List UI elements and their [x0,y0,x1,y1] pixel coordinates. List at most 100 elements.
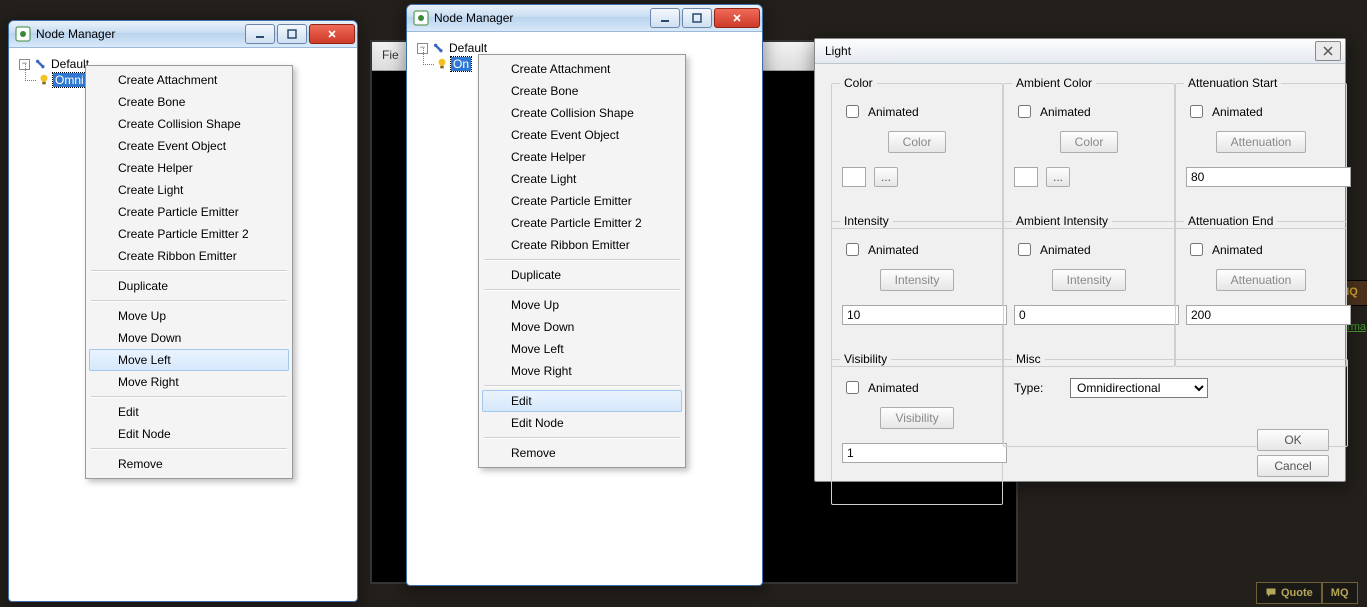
animated-checkbox[interactable]: Animated [1014,240,1164,259]
menu-remove[interactable]: Remove [482,442,682,464]
titlebar[interactable]: Node Manager [407,5,762,32]
menu-create-bone[interactable]: Create Bone [89,91,289,113]
mq-button[interactable]: MQ [1322,582,1358,604]
color-button[interactable]: Color [888,131,947,153]
menu-edit[interactable]: Edit [482,390,682,412]
ambient-color-swatch[interactable] [1014,167,1038,187]
maximize-button[interactable] [682,8,712,28]
ok-button[interactable]: OK [1257,429,1329,451]
animated-check-input[interactable] [1018,105,1031,118]
menu-create-bone[interactable]: Create Bone [482,80,682,102]
color-swatch[interactable] [842,167,866,187]
background-tab-file[interactable]: Fie [372,42,409,68]
group-intensity: Intensity Animated Intensity [831,221,1003,367]
menu-create-event-object[interactable]: Create Event Object [89,135,289,157]
visibility-field[interactable] [842,443,1007,463]
bone-icon [35,57,49,71]
group-attenuation-end: Attenuation End Animated Attenuation [1175,221,1347,367]
dialog-titlebar[interactable]: Light [815,39,1345,64]
bone-icon [433,41,447,55]
animated-check-input[interactable] [846,243,859,256]
type-select[interactable]: Omnidirectional [1070,378,1208,398]
attenuation-end-button[interactable]: Attenuation [1216,269,1307,291]
menu-sep [91,300,287,302]
menu-duplicate[interactable]: Duplicate [89,275,289,297]
menu-duplicate[interactable]: Duplicate [482,264,682,286]
animated-label: Animated [868,105,919,119]
menu-create-helper[interactable]: Create Helper [482,146,682,168]
dialog-title: Light [825,44,851,58]
menu-remove[interactable]: Remove [89,453,289,475]
animated-checkbox[interactable]: Animated [1186,240,1336,259]
menu-move-up[interactable]: Move Up [89,305,289,327]
background-bottom-right-badges: Quote MQ [1256,582,1358,604]
maximize-button[interactable] [277,24,307,44]
animated-check-input[interactable] [1190,105,1203,118]
app-icon [413,10,429,26]
animated-check-input[interactable] [846,381,859,394]
minimize-button[interactable] [245,24,275,44]
visibility-button[interactable]: Visibility [880,407,953,429]
menu-move-up[interactable]: Move Up [482,294,682,316]
menu-create-pe[interactable]: Create Particle Emitter [482,190,682,212]
group-attenuation-start: Attenuation Start Animated Attenuation [1175,83,1347,229]
menu-create-light[interactable]: Create Light [482,168,682,190]
menu-create-collision[interactable]: Create Collision Shape [482,102,682,124]
group-legend: Ambient Color [1012,76,1096,90]
light-icon [435,57,449,71]
window-title: Node Manager [36,27,115,41]
intensity-button[interactable]: Intensity [880,269,955,291]
menu-move-left[interactable]: Move Left [482,338,682,360]
menu-edit[interactable]: Edit [89,401,289,423]
close-button[interactable] [309,24,355,44]
group-legend: Intensity [840,214,893,228]
dialog-close-button[interactable] [1315,41,1341,61]
animated-checkbox[interactable]: Animated [842,240,992,259]
menu-move-down[interactable]: Move Down [482,316,682,338]
attenuation-start-button[interactable]: Attenuation [1216,131,1307,153]
type-label: Type: [1014,381,1062,395]
group-legend: Visibility [840,352,891,366]
ambient-intensity-button[interactable]: Intensity [1052,269,1127,291]
menu-create-helper[interactable]: Create Helper [89,157,289,179]
attenuation-end-field[interactable] [1186,305,1351,325]
context-menu-2: Create Attachment Create Bone Create Col… [478,54,686,468]
color-picker-button[interactable]: ... [874,167,898,187]
animated-checkbox[interactable]: Animated [842,378,992,397]
ambient-intensity-field[interactable] [1014,305,1179,325]
animated-checkbox[interactable]: Animated [1186,102,1336,121]
menu-create-pe2[interactable]: Create Particle Emitter 2 [482,212,682,234]
animated-check-input[interactable] [1018,243,1031,256]
menu-move-right[interactable]: Move Right [89,371,289,393]
cancel-button[interactable]: Cancel [1257,455,1329,477]
menu-move-left[interactable]: Move Left [89,349,289,371]
ambient-color-picker-button[interactable]: ... [1046,167,1070,187]
animated-check-input[interactable] [1190,243,1203,256]
minimize-button[interactable] [650,8,680,28]
quote-button[interactable]: Quote [1256,582,1322,604]
menu-create-attachment[interactable]: Create Attachment [482,58,682,80]
animated-checkbox[interactable]: Animated [1014,102,1164,121]
animated-checkbox[interactable]: Animated [842,102,992,121]
intensity-field[interactable] [842,305,1007,325]
menu-sep [484,289,680,291]
menu-edit-node[interactable]: Edit Node [89,423,289,445]
menu-create-attachment[interactable]: Create Attachment [89,69,289,91]
attenuation-start-field[interactable] [1186,167,1351,187]
menu-create-pe2[interactable]: Create Particle Emitter 2 [89,223,289,245]
menu-move-down[interactable]: Move Down [89,327,289,349]
menu-move-right[interactable]: Move Right [482,360,682,382]
menu-create-ribbon[interactable]: Create Ribbon Emitter [482,234,682,256]
menu-create-collision[interactable]: Create Collision Shape [89,113,289,135]
menu-create-event-object[interactable]: Create Event Object [482,124,682,146]
animated-check-input[interactable] [846,105,859,118]
menu-edit-node[interactable]: Edit Node [482,412,682,434]
group-legend: Ambient Intensity [1012,214,1112,228]
ambient-color-button[interactable]: Color [1060,131,1119,153]
menu-create-ribbon[interactable]: Create Ribbon Emitter [89,245,289,267]
menu-create-pe[interactable]: Create Particle Emitter [89,201,289,223]
tree-selected-label: Omni [53,73,86,87]
menu-create-light[interactable]: Create Light [89,179,289,201]
close-button[interactable] [714,8,760,28]
titlebar[interactable]: Node Manager [9,21,357,48]
